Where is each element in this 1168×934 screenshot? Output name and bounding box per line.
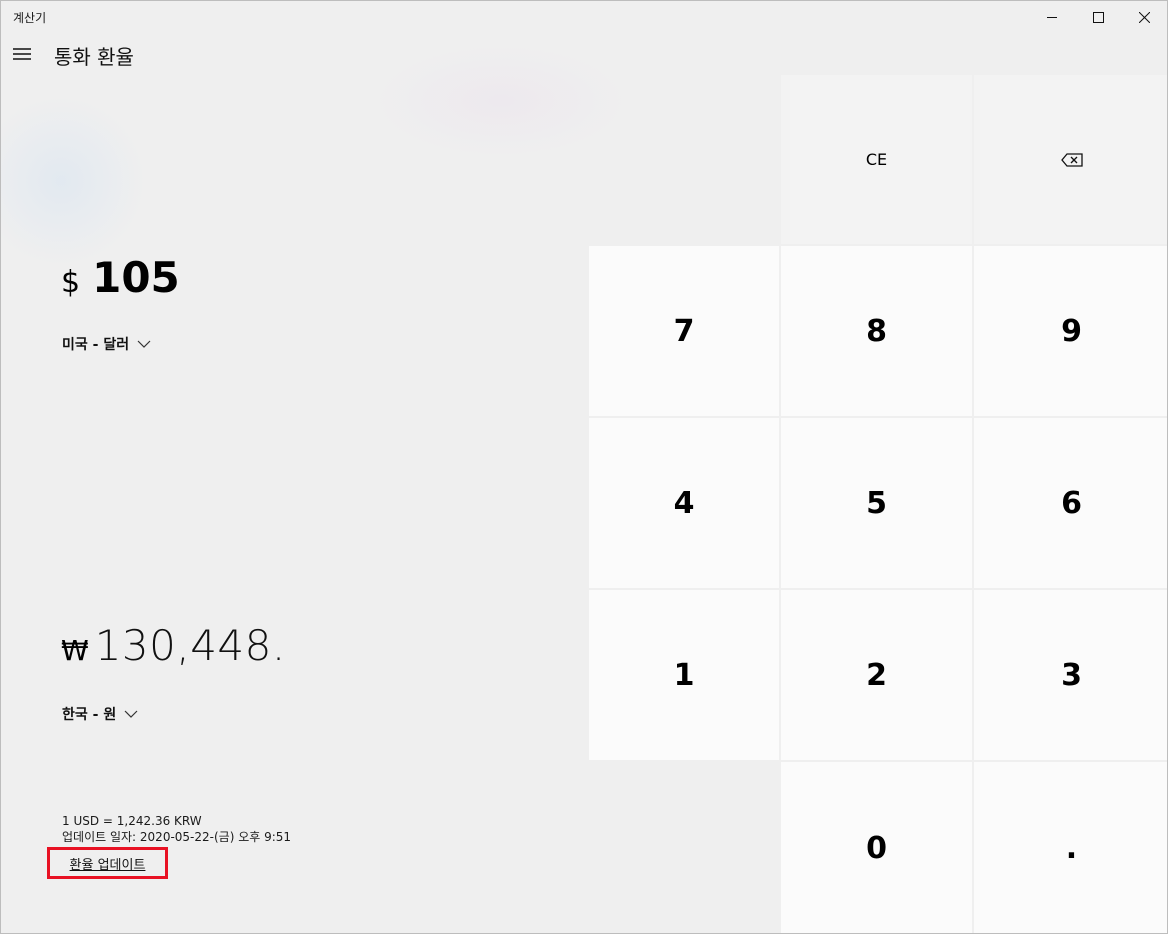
- exchange-rate-text: 1 USD = 1,242.36 KRW: [62, 814, 202, 828]
- updated-date-text: 업데이트 일자: 2020-05-22-(금) 오후 9:51: [62, 830, 292, 844]
- app-title: 계산기: [13, 11, 47, 25]
- digit-6-button[interactable]: 6: [974, 418, 1167, 588]
- to-currency-label: 한국 - 원: [62, 707, 117, 723]
- maximize-icon: [1092, 11, 1104, 23]
- close-button[interactable]: [1121, 1, 1167, 33]
- from-amount: 105: [92, 253, 180, 302]
- to-amount: 130,448.: [94, 621, 286, 670]
- exchange-rate-info: 1 USD = 1,242.36 KRW 업데이트 일자: 2020-05-22…: [62, 813, 291, 845]
- from-value-display[interactable]: $ 105: [61, 253, 180, 309]
- close-icon: [1138, 11, 1150, 23]
- clear-entry-button[interactable]: CE: [781, 75, 972, 244]
- update-rates-link[interactable]: 환율 업데이트: [70, 854, 146, 873]
- from-currency-symbol: $: [61, 265, 81, 300]
- from-currency-dropdown[interactable]: 미국 - 달러: [62, 334, 151, 354]
- digit-2-button[interactable]: 2: [781, 590, 972, 760]
- decimal-button[interactable]: .: [974, 762, 1167, 933]
- digit-3-button[interactable]: 3: [974, 590, 1167, 760]
- to-value-display[interactable]: ₩ 130,448.: [61, 621, 286, 681]
- update-rates-highlight: 환율 업데이트: [47, 847, 168, 879]
- digit-5-button[interactable]: 5: [781, 418, 972, 588]
- app-header: 통화 환율: [1, 35, 581, 75]
- digit-1-button[interactable]: 1: [589, 590, 779, 760]
- from-currency-label: 미국 - 달러: [62, 337, 130, 353]
- calculator-window: 계산기 통화 환율 $ 105 미국 - 달러 ₩ 130,448. 한국 - …: [0, 0, 1168, 934]
- to-currency-dropdown[interactable]: 한국 - 원: [62, 704, 138, 724]
- minimize-icon: [1046, 16, 1057, 18]
- digit-7-button[interactable]: 7: [589, 246, 779, 416]
- chevron-down-icon: [137, 340, 151, 348]
- navigation-menu-button[interactable]: [6, 37, 38, 71]
- backspace-button[interactable]: [974, 75, 1167, 244]
- title-bar: 계산기: [1, 1, 1167, 35]
- to-currency-symbol: ₩: [61, 634, 89, 667]
- digit-0-button[interactable]: 0: [781, 762, 972, 933]
- minimize-button[interactable]: [1029, 1, 1075, 33]
- maximize-button[interactable]: [1075, 1, 1121, 33]
- digit-4-button[interactable]: 4: [589, 418, 779, 588]
- chevron-down-icon: [124, 710, 138, 718]
- backspace-icon: [1060, 152, 1083, 167]
- mode-title: 통화 환율: [54, 45, 134, 69]
- digit-8-button[interactable]: 8: [781, 246, 972, 416]
- digit-9-button[interactable]: 9: [974, 246, 1167, 416]
- number-pad: CE 7 8 9 4 5 6 1 2 3 0 .: [589, 75, 1167, 933]
- hamburger-icon: [13, 48, 31, 60]
